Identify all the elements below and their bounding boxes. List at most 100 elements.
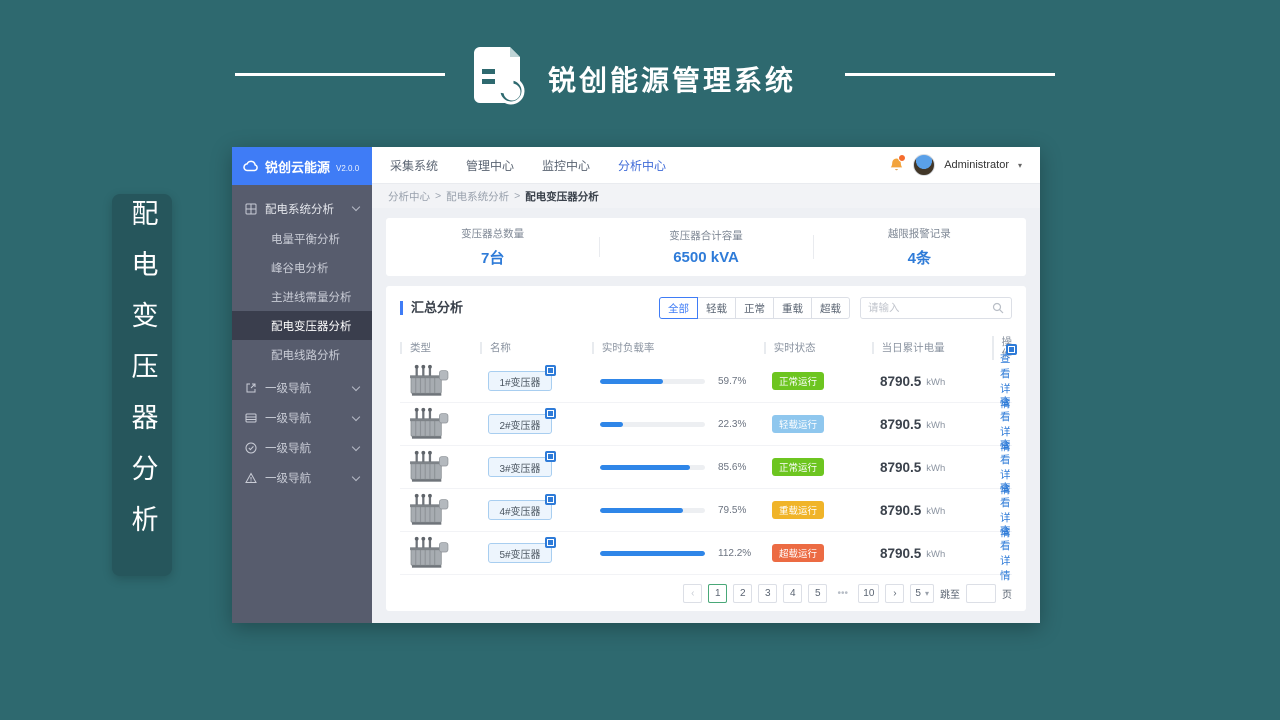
pagination: ‹ 1 2 3 4 5 ••• 10 › 5 ▾ 跳至 页 bbox=[400, 584, 1012, 603]
topnav-right: Administrator ▾ bbox=[889, 154, 1022, 176]
sidebar-logo[interactable]: 锐创云能源 V2.0.0 bbox=[232, 147, 372, 185]
status-badge: 轻载运行 bbox=[772, 415, 824, 433]
sidebar-group-distribution-analysis[interactable]: 配电系统分析 bbox=[232, 193, 372, 224]
main-area: 采集系统 管理中心 监控中心 分析中心 Administrator ▾ 分析中心… bbox=[372, 147, 1040, 623]
filter-normal-button[interactable]: 正常 bbox=[735, 297, 774, 319]
energy-unit: kWh bbox=[926, 505, 946, 517]
energy-value: 8790.5 bbox=[880, 373, 922, 389]
energy-unit: kWh bbox=[926, 376, 946, 388]
load-percentage: 85.6% bbox=[718, 461, 747, 473]
link-badge-icon bbox=[1006, 344, 1017, 355]
transformer-name-chip[interactable]: 2#变压器 bbox=[488, 408, 556, 434]
search-input[interactable] bbox=[868, 302, 992, 314]
load-progress-bar bbox=[600, 421, 705, 427]
transformer-image bbox=[400, 535, 480, 571]
energy-value: 8790.5 bbox=[880, 459, 922, 475]
document-logo-icon bbox=[472, 45, 528, 112]
transformer-name-chip[interactable]: 3#变压器 bbox=[488, 451, 556, 477]
topnav-item-management[interactable]: 管理中心 bbox=[466, 157, 514, 174]
load-percentage: 79.5% bbox=[718, 504, 747, 516]
transformer-image bbox=[400, 449, 480, 485]
filter-all-button[interactable]: 全部 bbox=[659, 297, 698, 319]
user-dropdown-caret-icon[interactable]: ▾ bbox=[1018, 161, 1022, 170]
page-size-select[interactable]: 5 ▾ bbox=[910, 584, 934, 603]
chevron-down-icon bbox=[351, 442, 361, 451]
sidebar-version: V2.0.0 bbox=[336, 163, 360, 173]
transformer-image bbox=[400, 363, 480, 399]
content: 变压器总数量 7台 变压器合计容量 6500 kVA 越限报警记录 4条 汇总分… bbox=[372, 208, 1040, 623]
energy-value: 8790.5 bbox=[880, 502, 922, 518]
load-percentage: 112.2% bbox=[718, 547, 752, 559]
chip-badge-icon bbox=[545, 365, 556, 376]
user-avatar[interactable] bbox=[913, 154, 936, 176]
energy-value: 8790.5 bbox=[880, 416, 922, 432]
chip-badge-icon bbox=[545, 451, 556, 462]
status-badge: 正常运行 bbox=[772, 372, 824, 390]
pagination-prev-button[interactable]: ‹ bbox=[683, 584, 703, 603]
breadcrumb-separator: > bbox=[435, 190, 442, 202]
status-badge: 重载运行 bbox=[772, 501, 824, 519]
sidebar-nav-1[interactable]: 一级导航 bbox=[232, 373, 372, 403]
pagination-ellipsis: ••• bbox=[833, 584, 853, 603]
sidebar-item-transformer-analysis[interactable]: 配电变压器分析 bbox=[232, 311, 372, 340]
status-badge: 正常运行 bbox=[772, 458, 824, 476]
pagination-page-1[interactable]: 1 bbox=[708, 584, 728, 603]
energy-unit: kWh bbox=[926, 462, 946, 474]
status-badge: 超载运行 bbox=[772, 544, 824, 562]
notification-dot bbox=[898, 154, 907, 162]
pagination-page-3[interactable]: 3 bbox=[758, 584, 778, 603]
filter-light-button[interactable]: 轻载 bbox=[697, 297, 736, 319]
table-body: 1#变压器 59.7% 正常运行 8790.5 kWh 查看详情 2#变压器 22… bbox=[400, 344, 1017, 582]
topnav-item-collection[interactable]: 采集系统 bbox=[390, 157, 438, 174]
cloud-icon bbox=[243, 160, 258, 172]
chevron-down-icon bbox=[351, 472, 361, 481]
filter-over-button[interactable]: 超载 bbox=[811, 297, 850, 319]
topnav-item-analysis[interactable]: 分析中心 bbox=[618, 157, 666, 174]
breadcrumb-item[interactable]: 分析中心 bbox=[388, 189, 430, 204]
col-header-status: 实时状态 bbox=[763, 342, 872, 354]
breadcrumb-item[interactable]: 配电系统分析 bbox=[446, 189, 509, 204]
transformer-name-chip[interactable]: 5#变压器 bbox=[488, 537, 556, 563]
grid-icon bbox=[245, 203, 257, 215]
load-progress-bar bbox=[600, 550, 705, 556]
sidebar-menu: 配电系统分析 电量平衡分析 峰谷电分析 主进线需量分析 配电变压器分析 配电线路… bbox=[232, 185, 372, 623]
sidebar-nav-2[interactable]: 一级导航 bbox=[232, 403, 372, 433]
summary-panel: 汇总分析 全部 轻载 正常 重载 超载 请输入 类型 名称 实时负载率 实时状态… bbox=[386, 286, 1026, 611]
chip-badge-icon bbox=[545, 537, 556, 548]
sidebar-item-main-line-demand[interactable]: 主进线需量分析 bbox=[232, 282, 372, 311]
transformer-name-chip[interactable]: 1#变压器 bbox=[488, 365, 556, 391]
chip-badge-icon bbox=[545, 494, 556, 505]
sidebar-item-line-analysis[interactable]: 配电线路分析 bbox=[232, 340, 372, 369]
transformer-name-chip[interactable]: 4#变压器 bbox=[488, 494, 556, 520]
table-header-row: 类型 名称 实时负载率 实时状态 当日累计电量 操作 bbox=[400, 336, 1012, 360]
filter-heavy-button[interactable]: 重载 bbox=[773, 297, 812, 319]
sidebar-group-label: 配电系统分析 bbox=[265, 203, 334, 216]
sidebar-nav-3[interactable]: 一级导航 bbox=[232, 433, 372, 463]
view-details-link[interactable]: 查看详情 bbox=[1000, 523, 1012, 583]
jump-page-input[interactable] bbox=[966, 584, 996, 603]
sidebar-nav-section: 一级导航 一级导航 一级导航 一级导航 bbox=[232, 373, 372, 493]
pagination-page-10[interactable]: 10 bbox=[858, 584, 880, 603]
warning-triangle-icon bbox=[245, 472, 257, 484]
pagination-page-5[interactable]: 5 bbox=[808, 584, 828, 603]
panel-header-right: 全部 轻载 正常 重载 超载 bbox=[659, 297, 1012, 319]
stat-transformer-count: 变压器总数量 7台 bbox=[461, 228, 525, 267]
search-icon[interactable] bbox=[992, 302, 1004, 314]
pagination-next-button[interactable]: › bbox=[885, 584, 905, 603]
sidebar-nav-4[interactable]: 一级导航 bbox=[232, 463, 372, 493]
sidebar-item-energy-balance[interactable]: 电量平衡分析 bbox=[232, 224, 372, 253]
breadcrumb-separator: > bbox=[514, 190, 521, 202]
table-icon bbox=[245, 412, 257, 424]
banner-divider-left bbox=[235, 73, 445, 76]
pagination-page-4[interactable]: 4 bbox=[783, 584, 803, 603]
panel-title: 汇总分析 bbox=[400, 301, 463, 315]
load-percentage: 59.7% bbox=[718, 375, 747, 387]
sidebar-item-peak-valley[interactable]: 峰谷电分析 bbox=[232, 253, 372, 282]
panel-header: 汇总分析 全部 轻载 正常 重载 超载 bbox=[400, 297, 1012, 319]
username: Administrator bbox=[944, 159, 1009, 171]
notification-bell-icon[interactable] bbox=[889, 154, 907, 173]
vertical-title-banner: 配电变压器分析 bbox=[112, 194, 172, 576]
pagination-page-2[interactable]: 2 bbox=[733, 584, 753, 603]
topnav-item-monitoring[interactable]: 监控中心 bbox=[542, 157, 590, 174]
energy-unit: kWh bbox=[926, 548, 946, 560]
